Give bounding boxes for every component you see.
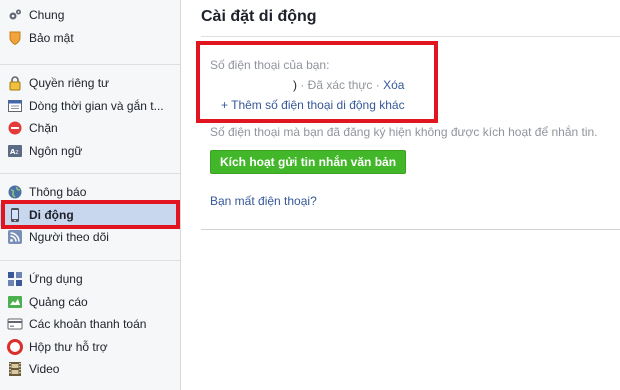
sidebar-item-label: Di động: [29, 207, 74, 222]
sidebar-item-timeline[interactable]: Dòng thời gian và gắn t...: [0, 95, 180, 118]
globe-icon: [7, 184, 23, 200]
sidebar-item-film[interactable]: Video: [0, 358, 180, 381]
sidebar-item-rss[interactable]: Người theo dõi: [0, 226, 180, 249]
block-icon: [7, 120, 23, 136]
apps-icon: [7, 271, 23, 287]
sidebar-item-label: Các khoản thanh toán: [29, 317, 147, 332]
sidebar-group: Chung Bảo mật: [0, 4, 180, 49]
phone-number: ): [293, 78, 297, 92]
sidebar-item-label: Video: [29, 362, 60, 377]
sms-warning-text: Số điện thoại mà bạn đã đăng ký hiện khô…: [210, 125, 598, 139]
rss-icon: [7, 229, 23, 245]
sidebar-group: Ứng dụng Quảng cáo Các khoản thanh toán Hộp…: [0, 268, 180, 381]
sidebar-item-label: Dòng thời gian và gắn t...: [29, 98, 164, 113]
ads-icon: [7, 294, 23, 310]
sidebar-group: Thông báo Di động Người theo dõi: [0, 181, 180, 249]
lost-phone-link[interactable]: Bạn mất điện thoại?: [210, 194, 317, 208]
sidebar-item-label: Ứng dụng: [29, 272, 83, 287]
sidebar-item-label: Thông báo: [29, 185, 87, 200]
title-divider: [201, 36, 620, 37]
sidebar-item-block[interactable]: Chặn: [0, 117, 180, 140]
sidebar-item-language[interactable]: Az Ngôn ngữ: [0, 140, 180, 163]
activate-sms-button[interactable]: Kích hoạt gửi tin nhắn văn bản: [210, 150, 407, 174]
sidebar-item-padlock[interactable]: Quyền riêng tư: [0, 72, 180, 95]
sidebar-divider: [0, 260, 180, 261]
add-phone-link[interactable]: + Thêm số điện thoại di động khác: [221, 98, 405, 112]
sidebar-item-gears[interactable]: Chung: [0, 4, 180, 27]
sidebar-item-label: Chung: [29, 8, 65, 23]
sidebar-item-label: Chặn: [29, 121, 58, 136]
sidebar-group: Quyền riêng tư Dòng thời gian và gắn t...…: [0, 72, 180, 162]
sidebar-item-label: Bảo mật: [29, 30, 74, 45]
sidebar-item-label: Quảng cáo: [29, 294, 88, 309]
film-icon: [7, 361, 23, 377]
shield-icon: [7, 30, 23, 46]
main-content: Cài đặt di động Số điện thoại của bạn: )…: [181, 0, 620, 390]
gears-icon: [7, 7, 23, 23]
sidebar-divider: [0, 64, 180, 65]
mobile-icon: [7, 207, 23, 223]
phone-label: Số điện thoại của bạn:: [210, 58, 330, 72]
sidebar-item-credit-card[interactable]: Các khoản thanh toán: [0, 313, 180, 336]
sidebar-item-lifebuoy[interactable]: Hộp thư hỗ trợ: [0, 336, 180, 359]
settings-sidebar: Chung Bảo mật Quyền riêng tư Dòng thời gian…: [0, 0, 181, 390]
page-title: Cài đặt di động: [201, 8, 317, 25]
sidebar-item-shield[interactable]: Bảo mật: [0, 27, 180, 50]
sidebar-item-apps[interactable]: Ứng dụng: [0, 268, 180, 291]
padlock-icon: [7, 75, 23, 91]
sidebar-item-mobile[interactable]: Di động: [0, 203, 180, 226]
verified-status: · Đã xác thực ·: [300, 78, 380, 92]
sidebar-item-label: Người theo dõi: [29, 230, 109, 245]
timeline-icon: [7, 98, 23, 114]
credit-card-icon: [7, 316, 23, 332]
sidebar-item-ads[interactable]: Quảng cáo: [0, 291, 180, 314]
lifebuoy-icon: [7, 338, 23, 355]
sidebar-item-label: Hộp thư hỗ trợ: [29, 339, 108, 354]
sidebar-item-label: Ngôn ngữ: [29, 143, 83, 158]
svg-text:z: z: [16, 149, 19, 156]
sidebar-item-globe[interactable]: Thông báo: [0, 181, 180, 204]
sidebar-item-label: Quyền riêng tư: [29, 76, 110, 91]
phone-row: ) · Đã xác thực · Xóa: [293, 78, 404, 92]
language-icon: Az: [7, 143, 23, 159]
sidebar-divider: [0, 173, 180, 174]
delete-phone-link[interactable]: Xóa: [383, 78, 404, 92]
section-divider: [201, 229, 620, 230]
